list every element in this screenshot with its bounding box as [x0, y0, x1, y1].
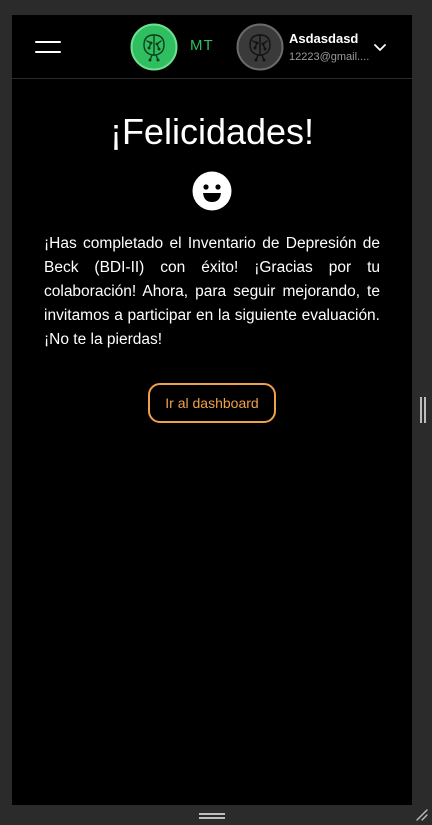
smiley-face-icon: [192, 171, 232, 211]
brain-circuit-avatar-icon: [236, 23, 284, 71]
chevron-down-icon[interactable]: [372, 39, 388, 55]
brain-circuit-logo-icon[interactable]: [130, 23, 178, 71]
vertical-resize-handle-icon[interactable]: [419, 397, 427, 423]
brand-logo-text: MT: [190, 37, 214, 54]
user-name[interactable]: Asdasdasd: [289, 31, 358, 46]
top-navbar: MT Asdasdasd 12223@gmail....: [12, 15, 412, 79]
corner-resize-grip-icon[interactable]: [414, 806, 428, 821]
avatar[interactable]: [236, 23, 284, 71]
completion-message: ¡Has completado el Inventario de Depresi…: [44, 235, 380, 348]
mobile-viewport: MT Asdasdasd 12223@gmail.... ¡Felicidade…: [12, 15, 412, 805]
go-to-dashboard-button[interactable]: Ir al dashboard: [148, 383, 276, 423]
hamburger-menu-icon[interactable]: [35, 40, 61, 54]
page-title: ¡Felicidades!: [109, 111, 315, 152]
user-email: 12223@gmail....: [289, 51, 370, 63]
horizontal-resize-handle-icon[interactable]: [199, 812, 225, 820]
